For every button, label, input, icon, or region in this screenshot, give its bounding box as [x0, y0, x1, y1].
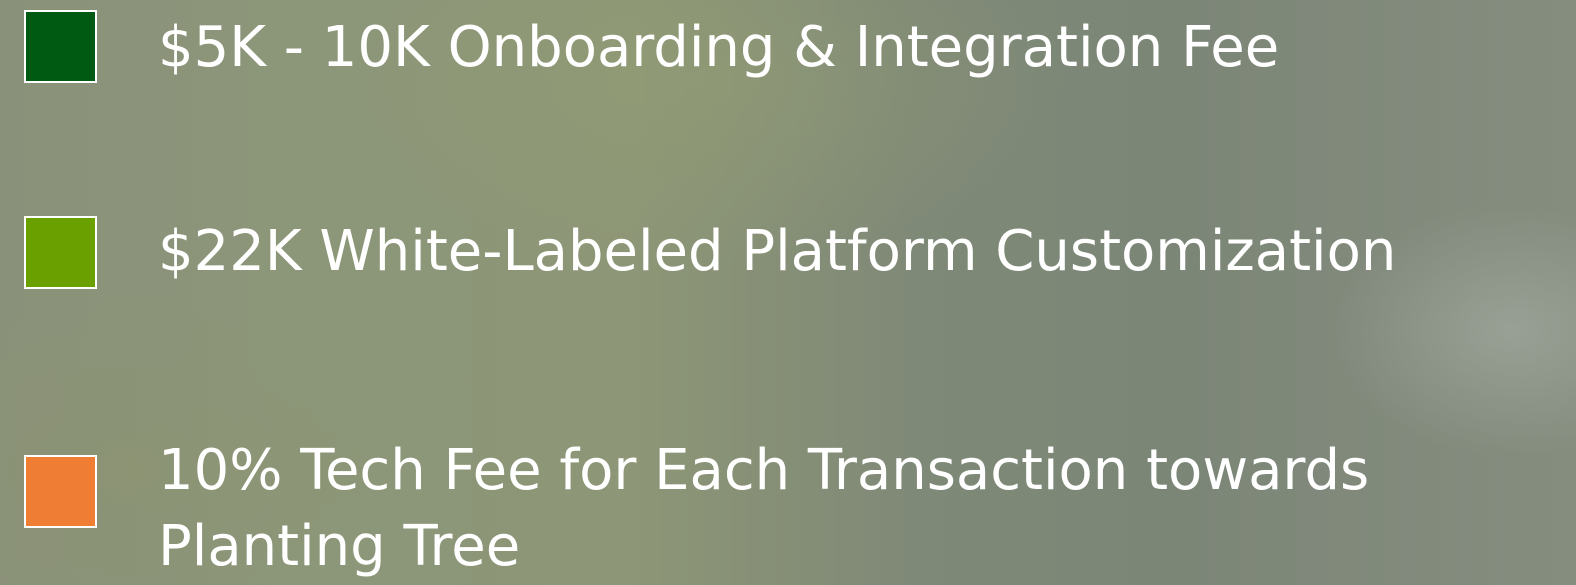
legend-label: $5K - 10K Onboarding & Integration Fee — [158, 15, 1280, 80]
color-swatch — [24, 455, 97, 528]
legend-label: 10% Tech Fee for Each Transaction toward… — [158, 438, 1370, 579]
color-swatch — [24, 216, 97, 289]
legend: $5K - 10K Onboarding & Integration Fee $… — [0, 0, 1576, 585]
pricing-legend-slide: { "legend": { "items": [ { "label": "$5K… — [0, 0, 1576, 585]
color-swatch — [24, 10, 97, 83]
legend-label: $22K White-Labeled Platform Customizatio… — [158, 219, 1397, 284]
